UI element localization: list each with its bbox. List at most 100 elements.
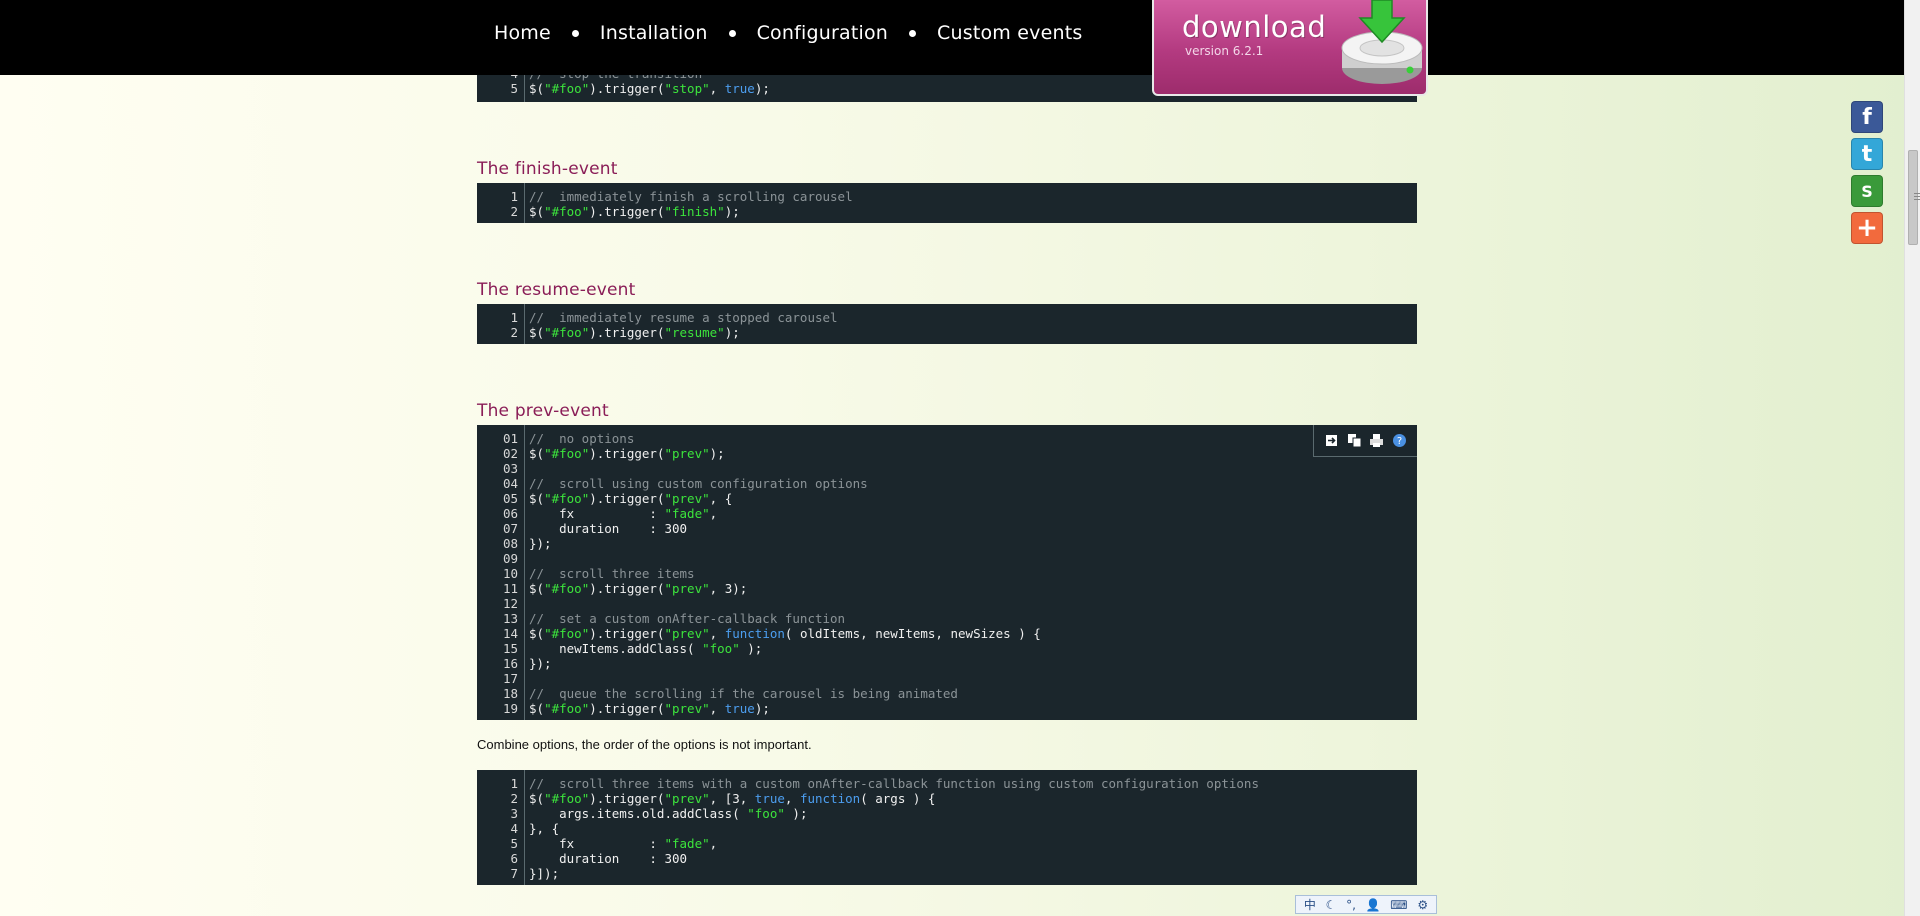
code-token: "fade" bbox=[664, 506, 710, 521]
code-token: $( bbox=[529, 81, 545, 96]
code-token: "prev" bbox=[664, 791, 710, 806]
code-token: ( oldItems, newItems, newSizes ) { bbox=[784, 626, 1041, 641]
code-token: , bbox=[709, 836, 718, 851]
code-token: ).trigger( bbox=[589, 791, 665, 806]
line-number: 16 bbox=[502, 656, 518, 671]
code-toolbar: ? bbox=[1313, 425, 1417, 457]
code-line: // immediately finish a scrolling carous… bbox=[529, 189, 1417, 204]
code-block-resume: 12 // immediately resume a stopped carou… bbox=[477, 304, 1417, 344]
line-numbers: 1234567 bbox=[477, 770, 525, 885]
code-token: "prev" bbox=[664, 626, 710, 641]
code-token: ).trigger( bbox=[589, 325, 665, 340]
code-token: , bbox=[709, 506, 718, 521]
code-line: $("#foo").trigger("prev", [3, true, func… bbox=[529, 791, 1417, 806]
twitter-icon[interactable]: t bbox=[1851, 138, 1883, 170]
code-token: ); bbox=[784, 806, 808, 821]
code-token: ).trigger( bbox=[589, 81, 665, 96]
line-number: 04 bbox=[502, 476, 518, 491]
code-token: "#foo" bbox=[544, 325, 590, 340]
ime-punct-icon[interactable]: °, bbox=[1346, 898, 1356, 912]
line-number: 06 bbox=[502, 506, 518, 521]
code-token: // set a custom onAfter-callback functio… bbox=[529, 611, 846, 626]
code-token: $( bbox=[529, 446, 545, 461]
line-numbers: 12 bbox=[477, 183, 525, 223]
scrollbar-thumb[interactable] bbox=[1908, 150, 1920, 245]
code-line: // scroll three items bbox=[529, 566, 1417, 581]
facebook-icon[interactable]: f bbox=[1851, 101, 1883, 133]
code-token: $( bbox=[529, 581, 545, 596]
download-button[interactable]: download version 6.2.1 bbox=[1152, 0, 1428, 96]
code-token: "#foo" bbox=[544, 446, 590, 461]
line-number: 2 bbox=[510, 204, 518, 219]
code-token: ); bbox=[724, 325, 740, 340]
code-token: // scroll three items with a custom onAf… bbox=[529, 776, 1259, 791]
copy-icon[interactable] bbox=[1347, 433, 1362, 448]
line-number: 17 bbox=[502, 671, 518, 686]
line-number: 4 bbox=[510, 821, 518, 836]
download-version: version 6.2.1 bbox=[1185, 44, 1264, 58]
code-line: }); bbox=[529, 536, 1417, 551]
code-line: args.items.old.addClass( "foo" ); bbox=[529, 806, 1417, 821]
help-icon[interactable]: ? bbox=[1392, 433, 1407, 448]
code-token: $( bbox=[529, 701, 545, 716]
print-icon[interactable] bbox=[1369, 433, 1384, 448]
code-token: $( bbox=[529, 204, 545, 219]
code-line: fx : "fade", bbox=[529, 506, 1417, 521]
ime-mode-icon[interactable]: 中 bbox=[1304, 896, 1316, 913]
line-number: 14 bbox=[502, 626, 518, 641]
code-token: // immediately resume a stopped carousel bbox=[529, 310, 838, 325]
line-number: 1 bbox=[510, 189, 518, 204]
line-number: 08 bbox=[502, 536, 518, 551]
line-numbers: 01 02 03 04 05 06 07 08 09 10 11 12 13 14 15 16 17 18 19 bbox=[477, 425, 525, 720]
line-number: 2 bbox=[510, 325, 518, 340]
nav-installation[interactable]: Installation bbox=[600, 22, 708, 44]
code-line: // set a custom onAfter-callback functio… bbox=[529, 611, 1417, 626]
stumbleupon-icon[interactable]: S bbox=[1851, 175, 1883, 207]
code-block-combine: 1234567 // scroll three items with a cus… bbox=[477, 770, 1417, 885]
code-source: // no options $("#foo").trigger("prev"); /… bbox=[529, 431, 1417, 716]
addthis-icon[interactable]: + bbox=[1851, 212, 1883, 244]
line-number: 02 bbox=[502, 446, 518, 461]
code-token: "resume" bbox=[664, 325, 725, 340]
line-number: 6 bbox=[510, 851, 518, 866]
line-number: 5 bbox=[510, 81, 518, 96]
ime-toolbar: 中 ☾ °, 👤 ⌨ ⚙ bbox=[1295, 895, 1437, 914]
ime-moon-icon[interactable]: ☾ bbox=[1326, 898, 1337, 912]
code-token: , bbox=[709, 626, 725, 641]
code-token: ( args ) { bbox=[860, 791, 936, 806]
code-token: // scroll using custom configuration opt… bbox=[529, 476, 868, 491]
code-token: ); bbox=[709, 446, 725, 461]
ime-settings-icon[interactable]: ⚙ bbox=[1417, 898, 1428, 912]
nav-custom-events[interactable]: Custom events bbox=[937, 22, 1082, 44]
code-line: // no options bbox=[529, 431, 1417, 446]
line-number: 01 bbox=[502, 431, 518, 446]
line-number: 2 bbox=[510, 791, 518, 806]
line-number: 05 bbox=[502, 491, 518, 506]
code-token: ); bbox=[754, 81, 770, 96]
ime-user-icon[interactable]: 👤 bbox=[1366, 898, 1381, 912]
code-token: }); bbox=[529, 536, 552, 551]
line-number: 1 bbox=[510, 776, 518, 791]
code-token: $( bbox=[529, 791, 545, 806]
code-block-finish: 12 // immediately finish a scrolling car… bbox=[477, 183, 1417, 223]
page-scrollbar[interactable] bbox=[1904, 0, 1920, 916]
code-line: $("#foo").trigger("prev", 3); bbox=[529, 581, 1417, 596]
nav-configuration[interactable]: Configuration bbox=[757, 22, 888, 44]
heading-finish-event: The finish-event bbox=[477, 159, 618, 179]
view-source-icon[interactable] bbox=[1324, 433, 1339, 448]
code-token: ).trigger( bbox=[589, 701, 665, 716]
nav-separator-dot bbox=[728, 29, 736, 37]
code-line: duration : 300 bbox=[529, 851, 1417, 866]
nav-home[interactable]: Home bbox=[494, 22, 551, 44]
code-token: "prev" bbox=[664, 446, 710, 461]
code-line: $("#foo").trigger("prev", true); bbox=[529, 701, 1417, 716]
code-block-prev: 01 02 03 04 05 06 07 08 09 10 11 12 13 14 15 16 17 18 19 /… bbox=[477, 425, 1417, 720]
download-title: download bbox=[1182, 10, 1327, 44]
ime-keyboard-icon[interactable]: ⌨ bbox=[1390, 898, 1407, 912]
line-number: 13 bbox=[502, 611, 518, 626]
code-token: "foo" bbox=[747, 806, 785, 821]
top-navigation-bar: Home Installation Configuration Custom e… bbox=[0, 0, 1904, 75]
line-number: 03 bbox=[502, 461, 518, 476]
